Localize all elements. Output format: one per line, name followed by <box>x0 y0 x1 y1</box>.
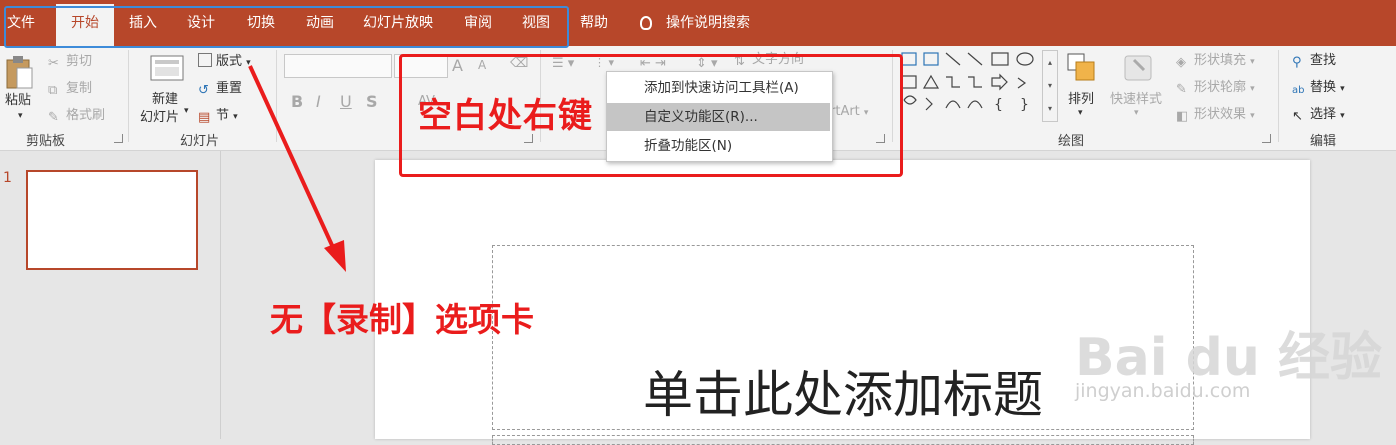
annotation-arrow <box>248 65 346 272</box>
